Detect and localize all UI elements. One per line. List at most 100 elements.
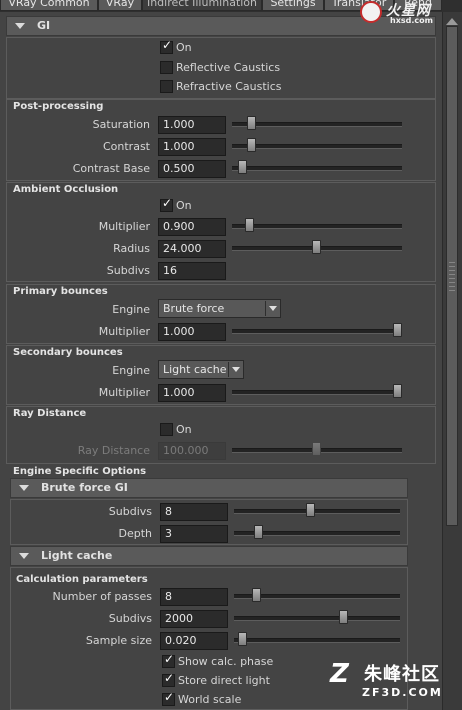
number-of-passes-input[interactable]: 8: [160, 588, 228, 606]
brute-force-subdivs-label: Subdivs: [108, 505, 152, 518]
tab-vray-common[interactable]: VRay Common: [0, 0, 98, 11]
tab-vray[interactable]: VRay: [98, 0, 142, 11]
tab-indirect-illumination[interactable]: Indirect Illumination: [142, 0, 262, 11]
primary-multiplier-slider-track[interactable]: [232, 329, 402, 334]
collapse-triangle-icon: [19, 553, 29, 559]
contrast-base-label: Contrast Base: [72, 162, 150, 175]
ao-multiplier-slider-track[interactable]: [232, 224, 402, 229]
sample-size-label: Sample size: [85, 634, 152, 647]
secondary-engine-dropdown[interactable]: Light cache: [158, 360, 244, 379]
show-calc-phase-checkbox[interactable]: ✓: [162, 652, 175, 668]
gi-on-checkbox[interactable]: ✓: [160, 38, 173, 54]
dropdown-separator: [228, 362, 229, 377]
sample-size-slider-track[interactable]: [234, 638, 400, 643]
zf3d-watermark-text: 朱峰社区: [364, 664, 440, 685]
ray-distance-on-label: On: [176, 423, 192, 436]
light-cache-subdivs-slider-handle[interactable]: [339, 610, 348, 624]
store-direct-light-checkbox[interactable]: ✓: [162, 671, 175, 687]
contrast-label: Contrast: [102, 140, 150, 153]
ray-distance-on-checkbox[interactable]: [160, 423, 173, 436]
secondary-multiplier-slider-handle[interactable]: [393, 384, 402, 398]
primary-bounces-title: Primary bounces: [13, 286, 108, 297]
dropdown-arrow-icon: [232, 367, 240, 372]
hxsd-watermark-url: hxsd.com: [390, 16, 433, 25]
secondary-multiplier-slider-track[interactable]: [232, 390, 402, 395]
number-of-passes-label: Number of passes: [52, 590, 152, 603]
zf3d-logo-icon: Z: [330, 659, 349, 689]
brute-force-depth-input[interactable]: 3: [160, 525, 228, 543]
reflective-caustics-checkbox[interactable]: [160, 61, 173, 74]
contrast-slider-track[interactable]: [232, 144, 402, 149]
primary-multiplier-label: Multiplier: [98, 325, 150, 338]
ao-multiplier-label: Multiplier: [98, 220, 150, 233]
ray-distance-label: Ray Distance: [77, 444, 150, 457]
checkmark-icon: ✓: [162, 38, 173, 52]
secondary-multiplier-label: Multiplier: [98, 386, 150, 399]
saturation-input[interactable]: 1.000: [158, 116, 226, 134]
refractive-caustics-label: Refractive Caustics: [176, 80, 282, 93]
primary-engine-dropdown[interactable]: Brute force: [158, 299, 281, 318]
brute-force-subdivs-input[interactable]: 8: [160, 503, 228, 521]
zf3d-watermark-url: ZF3D.COM: [362, 686, 443, 699]
saturation-slider-track[interactable]: [232, 122, 402, 127]
zf3d-watermark-logo: Z 朱峰社区 ZF3D.COM: [330, 660, 458, 708]
hxsd-watermark-logo: 火星网 hxsd.com: [358, 0, 460, 28]
brute-force-depth-slider-handle[interactable]: [254, 525, 263, 539]
vertical-scrollbar[interactable]: [442, 12, 462, 710]
secondary-multiplier-input[interactable]: 1.000: [158, 384, 226, 402]
light-cache-subdivs-slider-track[interactable]: [234, 616, 400, 621]
contrast-base-slider-track[interactable]: [232, 166, 402, 171]
ao-radius-input[interactable]: 24.000: [158, 240, 226, 258]
store-direct-light-label: Store direct light: [178, 674, 270, 687]
dropdown-arrow-icon: [269, 306, 277, 311]
gi-on-label: On: [176, 41, 192, 54]
gi-section-title: GI: [37, 19, 51, 32]
primary-multiplier-slider-handle[interactable]: [393, 323, 402, 337]
scrollbar-grip: [449, 262, 455, 292]
collapse-triangle-icon: [15, 23, 25, 29]
tab-settings[interactable]: Settings: [262, 0, 324, 11]
sample-size-slider-handle[interactable]: [238, 632, 247, 646]
saturation-slider-handle[interactable]: [247, 116, 256, 130]
world-scale-checkbox[interactable]: ✓: [162, 690, 175, 706]
brute-force-subdivs-slider-track[interactable]: [234, 509, 400, 514]
ambient-occlusion-title: Ambient Occlusion: [13, 184, 119, 195]
secondary-engine-value: Light cache: [163, 363, 227, 376]
checkmark-icon: ✓: [164, 671, 175, 685]
collapse-triangle-icon: [19, 485, 29, 491]
sample-size-input[interactable]: 0.020: [160, 632, 228, 650]
ao-radius-label: Radius: [113, 242, 150, 255]
reflective-caustics-label: Reflective Caustics: [176, 61, 281, 74]
dropdown-separator: [265, 301, 266, 316]
ao-on-checkbox[interactable]: ✓: [160, 196, 173, 212]
hxsd-logo-icon: [360, 1, 382, 23]
contrast-base-slider-handle[interactable]: [238, 160, 247, 174]
checkmark-icon: ✓: [164, 652, 175, 666]
ao-multiplier-slider-handle[interactable]: [245, 218, 254, 232]
checkmark-icon: ✓: [162, 196, 173, 210]
brute-force-subdivs-slider-handle[interactable]: [306, 503, 315, 517]
ray-distance-input[interactable]: 100.000: [158, 442, 226, 460]
number-of-passes-slider-handle[interactable]: [252, 588, 261, 602]
ao-subdivs-input[interactable]: 16: [158, 262, 226, 280]
brute-force-depth-label: Depth: [118, 527, 152, 540]
brute-force-title: Brute force GI: [41, 481, 128, 494]
ray-distance-slider-handle[interactable]: [312, 442, 321, 456]
post-processing-title: Post-processing: [13, 101, 104, 112]
light-cache-subdivs-label: Subdivs: [108, 612, 152, 625]
light-cache-section-header[interactable]: Light cache: [10, 546, 408, 566]
world-scale-label: World scale: [178, 693, 242, 706]
brute-force-section-header[interactable]: Brute force GI: [10, 478, 408, 498]
primary-multiplier-input[interactable]: 1.000: [158, 323, 226, 341]
light-cache-title: Light cache: [41, 549, 113, 562]
contrast-input[interactable]: 1.000: [158, 138, 226, 156]
light-cache-subdivs-input[interactable]: 2000: [160, 610, 228, 628]
saturation-label: Saturation: [92, 118, 150, 131]
ao-multiplier-input[interactable]: 0.900: [158, 218, 226, 236]
ao-radius-slider-handle[interactable]: [312, 240, 321, 254]
refractive-caustics-checkbox[interactable]: [160, 80, 173, 93]
checkmark-icon: ✓: [164, 690, 175, 704]
contrast-slider-handle[interactable]: [247, 138, 256, 152]
secondary-bounces-title: Secondary bounces: [13, 347, 123, 358]
contrast-base-input[interactable]: 0.500: [158, 160, 226, 178]
